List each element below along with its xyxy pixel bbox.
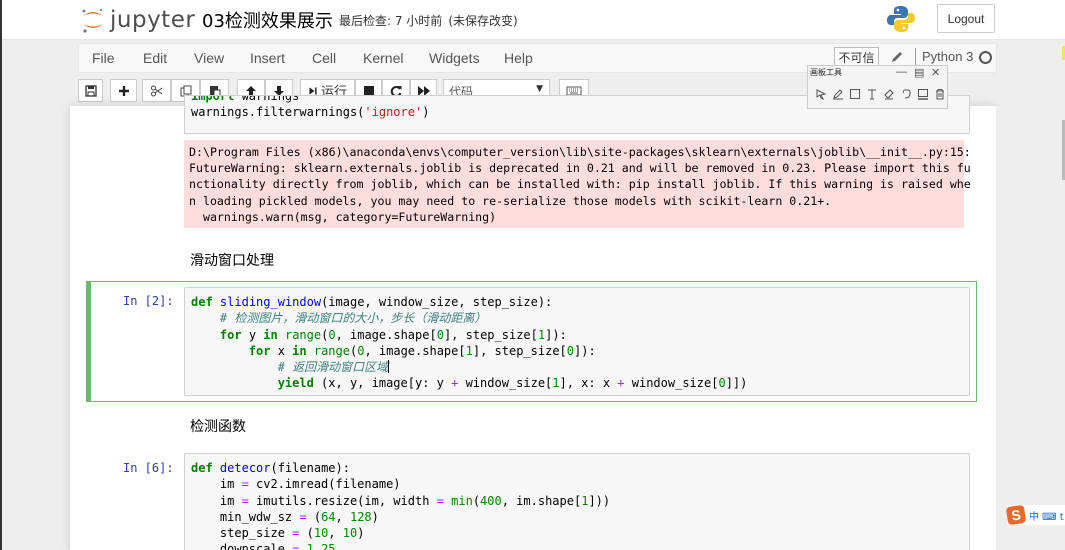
undo-icon[interactable] xyxy=(900,88,912,100)
markdown-heading[interactable]: 滑动窗口处理 xyxy=(190,250,274,270)
menu-file[interactable]: File xyxy=(92,50,115,66)
trash-icon[interactable] xyxy=(934,88,946,100)
checkpoint-text: 最后检查: 7 小时前 xyxy=(339,14,443,28)
palette-maximize-icon[interactable]: ▤ xyxy=(914,66,924,79)
kernel-idle-icon xyxy=(979,51,992,64)
stderr-line: warnings.warn(msg, category=FutureWarnin… xyxy=(189,209,497,224)
input-prompt: In [6]: xyxy=(123,461,174,475)
stderr-output: D:\Program Files (x86)\anaconda\envs\com… xyxy=(184,140,971,228)
caret-down-icon: ▼ xyxy=(536,84,543,94)
menu-insert[interactable]: Insert xyxy=(250,50,285,66)
code-line: import warnings xyxy=(191,95,300,103)
insert-cell-button[interactable] xyxy=(110,79,137,102)
markdown-heading[interactable]: 检测函数 xyxy=(190,416,246,436)
pen-icon[interactable] xyxy=(832,88,844,100)
right-gutter xyxy=(996,106,1065,550)
kernel-name[interactable]: Python 3 xyxy=(922,49,973,64)
notebook-title[interactable]: 03检测效果展示 xyxy=(202,7,333,33)
stderr-line: D:\Program Files (x86)\anaconda\envs\com… xyxy=(189,145,971,159)
menu-edit[interactable]: Edit xyxy=(143,50,167,66)
jupyter-logo[interactable]: jupyter xyxy=(80,4,195,36)
palette-close-icon[interactable]: ✕ xyxy=(931,66,940,79)
menu-cell[interactable]: Cell xyxy=(312,50,336,66)
code-block: def sliding_window(image, window_size, s… xyxy=(191,295,748,391)
logo-text: jupyter xyxy=(110,7,196,33)
ime-toolbar[interactable]: S 中 ⌨ t xyxy=(1005,504,1065,526)
text-tool-icon[interactable] xyxy=(866,88,878,100)
stderr-line: nctionality directly from joblib, which … xyxy=(189,177,971,192)
menu-view[interactable]: View xyxy=(194,50,224,66)
pencil-icon[interactable] xyxy=(890,50,904,64)
cut-button[interactable] xyxy=(142,79,171,102)
underline-box-icon[interactable] xyxy=(917,88,929,100)
rectangle-icon[interactable] xyxy=(849,88,861,100)
checkpoint-status: 最后检查: 7 小时前 (未保存改变) xyxy=(339,12,518,29)
header: jupyter 03检测效果展示 最后检查: 7 小时前 (未保存改变) Logo… xyxy=(2,0,1065,40)
save-status: (未保存改变) xyxy=(448,14,518,28)
menu-help[interactable]: Help xyxy=(504,50,533,66)
eraser-icon[interactable] xyxy=(883,88,895,100)
code-line: warnings.filterwarnings('ignore') xyxy=(191,105,430,119)
input-prompt: In [2]: xyxy=(123,294,174,308)
sogou-logo-icon: S xyxy=(1005,504,1027,526)
trust-indicator[interactable]: 不可信 xyxy=(834,47,879,67)
save-icon xyxy=(84,84,97,97)
select-arrow-icon[interactable] xyxy=(815,88,827,100)
palette-title: 画板工具 xyxy=(810,68,842,77)
palette-minimize-icon[interactable]: — xyxy=(896,66,907,78)
python-logo-icon xyxy=(887,6,915,32)
plus-icon xyxy=(118,85,129,96)
menu-widgets[interactable]: Widgets xyxy=(429,50,480,66)
code-input[interactable]: def sliding_window(image, window_size, s… xyxy=(184,287,970,396)
code-input[interactable]: def detecor(filename): im = cv2.imread(f… xyxy=(184,453,970,550)
code-block: def detecor(filename): im = cv2.imread(f… xyxy=(191,461,611,550)
drawing-tool-palette: 画板工具 — ▤ ✕ xyxy=(807,65,948,109)
save-button[interactable] xyxy=(78,79,103,102)
jupyter-logo-icon xyxy=(82,9,103,33)
stderr-line: FutureWarning: sklearn.externals.joblib … xyxy=(189,161,971,176)
kernel-separator xyxy=(915,48,916,66)
logout-button[interactable]: Logout xyxy=(937,4,995,33)
ime-status: 中 ⌨ t xyxy=(1029,511,1064,523)
stderr-line: n loading pickled models, you may need t… xyxy=(189,193,832,208)
text-cursor xyxy=(388,360,390,374)
menu-kernel[interactable]: Kernel xyxy=(363,50,403,66)
scissors-icon xyxy=(150,85,162,96)
window-edge xyxy=(0,0,2,550)
